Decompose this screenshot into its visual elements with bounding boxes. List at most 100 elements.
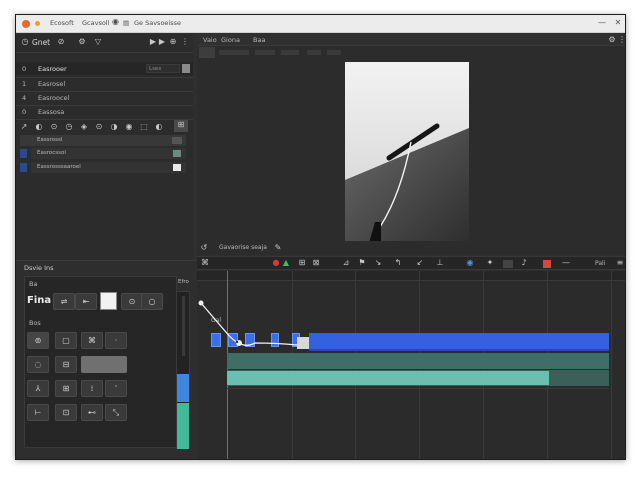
close-button[interactable]: ✕ (612, 18, 624, 27)
snapshot-icon[interactable] (503, 260, 513, 268)
circle-icon[interactable]: ○ (141, 293, 163, 310)
viewer-control[interactable] (327, 50, 341, 55)
link-icon[interactable]: ⊘ (56, 37, 66, 47)
tool-crop-icon[interactable]: ⬚ (139, 122, 149, 132)
blade-icon[interactable]: ⊥ (435, 258, 445, 268)
record-icon[interactable]: ● (271, 258, 281, 268)
split-clip-icon[interactable]: ⊠ (311, 258, 321, 268)
viewer-control[interactable] (255, 50, 275, 55)
minimize-button[interactable]: — (596, 18, 608, 27)
timeline-right-label: Pali (595, 260, 606, 267)
tab-label[interactable]: Ba (29, 280, 37, 288)
align-icon[interactable]: ⇌ (53, 293, 75, 310)
lock-icon[interactable]: ⌘ (200, 258, 210, 268)
stack-icon[interactable]: ⊟ (55, 356, 77, 373)
slip-icon[interactable]: ↙ (415, 258, 425, 268)
distribute-icon[interactable]: ⊢ (27, 404, 49, 421)
property-value-field[interactable]: Lsex (146, 64, 180, 73)
viewer-status-label: Gavaorise seaja (219, 244, 267, 251)
viewer-menu-2[interactable]: Giona (221, 36, 240, 44)
menu-project[interactable]: Gcavsoll (82, 19, 109, 27)
app-logo-icon (22, 20, 30, 28)
split-icon[interactable]: ⁞ (81, 380, 103, 397)
eye-icon[interactable]: ◉ (112, 17, 119, 26)
layer-color-chip (20, 149, 27, 158)
viewer-control[interactable] (281, 50, 299, 55)
caret-icon[interactable]: ˈ (105, 380, 127, 397)
more-icon[interactable]: ⋮ (617, 35, 625, 45)
viewer-menu-1[interactable]: Vaio (203, 36, 217, 44)
layer-row[interactable]: Easrocssol (31, 148, 186, 159)
preview-image (345, 62, 469, 243)
indent-icon[interactable]: ⇤ (75, 293, 97, 310)
text-scale-icon[interactable]: ⅄ (27, 380, 49, 397)
record-dot-icon (35, 21, 40, 26)
tool-target-icon[interactable]: ⊙ (49, 122, 59, 132)
tool-half-icon[interactable]: ◐ (154, 122, 164, 132)
merge-icon[interactable]: ⊞ (55, 380, 77, 397)
ripple-icon[interactable]: ↰ (393, 258, 403, 268)
add-icon[interactable]: ⊕ (168, 37, 178, 47)
tool-diamond-icon[interactable]: ◈ (79, 122, 89, 132)
tool-contrast-icon[interactable]: ◑ (109, 122, 119, 132)
tool-record-icon[interactable]: ◉ (124, 122, 134, 132)
video-preview[interactable] (345, 62, 469, 243)
shape-icon[interactable]: ◌ (27, 356, 49, 373)
play-icon-2[interactable]: ▶ (157, 37, 167, 47)
dot-icon[interactable]: · (105, 332, 127, 349)
tool-pen-icon[interactable]: ↗ (19, 122, 29, 132)
magic-icon[interactable]: ✦ (485, 258, 495, 268)
gear-icon[interactable]: ⚙ (77, 37, 87, 47)
waveform-icon[interactable]: ⊞ (297, 258, 307, 268)
menu-icon[interactable]: ≡ (615, 258, 625, 268)
zoom-out-icon[interactable]: — (561, 258, 571, 268)
snap-icon[interactable]: ⚑ (357, 258, 367, 268)
more-icon[interactable]: ⋮ (180, 37, 190, 47)
filter-icon[interactable]: ▽ (93, 37, 103, 47)
meter-level-green (177, 403, 189, 449)
layer-thumb (172, 137, 182, 144)
section-label: Bos (29, 319, 41, 327)
font-name-label[interactable]: Fina (27, 295, 51, 306)
stop-button[interactable] (543, 260, 551, 268)
clock-icon[interactable]: ◷ (20, 37, 30, 47)
layer-label: Easrocssol (37, 150, 66, 156)
trim-icon[interactable]: ↘ (373, 258, 383, 268)
refresh-icon[interactable]: ↺ (199, 243, 209, 253)
value-slider[interactable] (81, 356, 127, 373)
timeline-panel: Gal (197, 271, 625, 459)
tool-grid-icon[interactable]: ⊞ (174, 120, 188, 132)
grid-icon[interactable]: ⊡ (55, 404, 77, 421)
menu-savsoeisse[interactable]: Ge Savsoeisse (134, 19, 181, 27)
audio-clip-light[interactable] (227, 371, 549, 385)
layer-row[interactable]: Eassrosssaaroel (31, 162, 186, 173)
property-index: 0 (22, 108, 27, 116)
viewer-control[interactable] (219, 50, 249, 55)
sub-icon[interactable]: ⊷ (81, 404, 103, 421)
color-swatch[interactable] (100, 292, 117, 310)
tool-timer-icon[interactable]: ◷ (64, 122, 74, 132)
title-bar: Ecosoft Gcavsoll ◉ ▤ Ge Savsoeisse — ✕ (16, 15, 625, 33)
audio-icon[interactable]: ♪ (519, 258, 529, 268)
kerning-icon[interactable]: ⌘ (81, 332, 103, 349)
viewer-button[interactable] (199, 47, 215, 58)
edit-icon[interactable]: ✎ (273, 243, 283, 253)
tool-mask-icon[interactable]: ◐ (34, 122, 44, 132)
tool-focus-icon[interactable]: ⊙ (94, 122, 104, 132)
layer-row[interactable]: Eassrossl (20, 135, 186, 146)
menu-app[interactable]: Ecosoft (50, 19, 74, 27)
property-toggle[interactable] (182, 64, 190, 73)
text-tools-panel: Dsvie Ins Ba Fina ⇌ ⇤ ⊙ ○ Bos ⊚ ▢ ⌘ · ◌ … (16, 260, 196, 459)
viewer-menu-3[interactable]: Baa (253, 36, 265, 44)
keyframe-curve[interactable] (197, 271, 327, 371)
viewer-control[interactable] (307, 50, 321, 55)
layer-thumb (173, 150, 181, 157)
square-icon[interactable]: ▢ (55, 332, 77, 349)
triangle-icon[interactable]: ▲ (281, 258, 291, 268)
marker-icon[interactable]: ⊿ (341, 258, 351, 268)
link-icon[interactable]: ⊙ (121, 293, 143, 310)
paint-icon[interactable]: ⊚ (27, 332, 49, 349)
resize-icon[interactable]: ⤡ (105, 404, 127, 421)
settings-icon[interactable]: ⚙ (607, 35, 617, 45)
eye-icon[interactable]: ◉ (465, 258, 475, 268)
